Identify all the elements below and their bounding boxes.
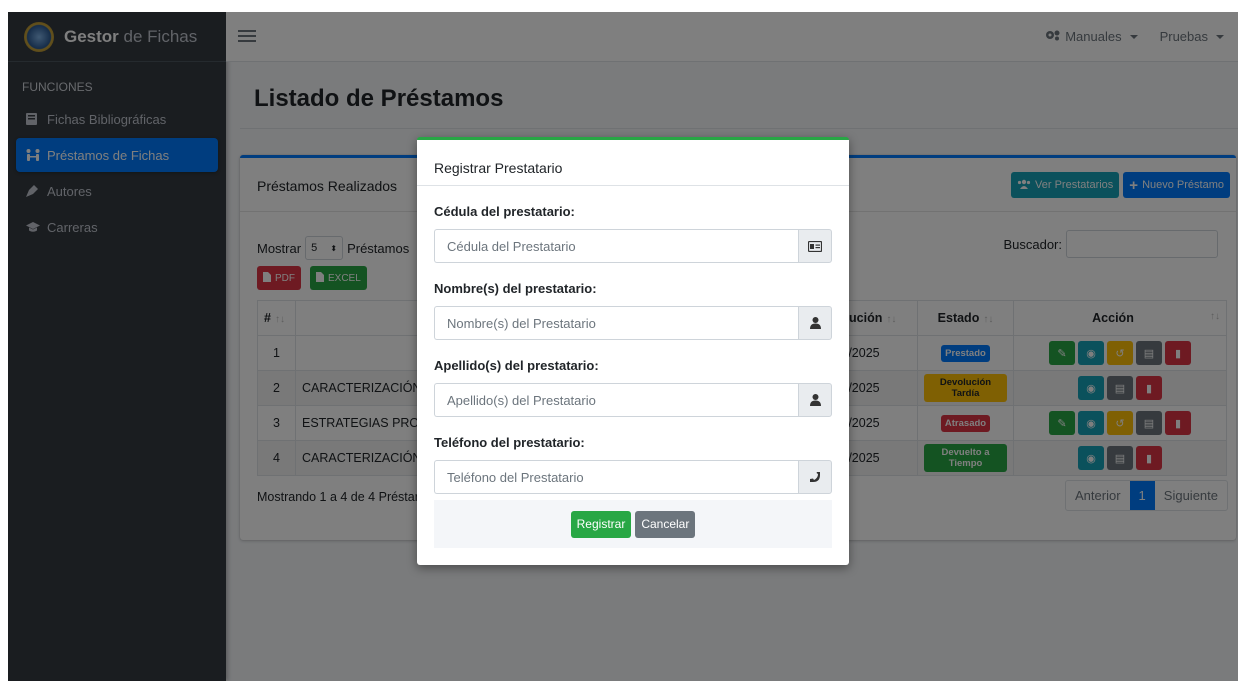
user-icon <box>798 306 832 340</box>
telefono-input[interactable]: Teléfono del Prestatario <box>434 460 798 494</box>
apellido-input[interactable]: Apellido(s) del Prestatario <box>434 383 798 417</box>
apellido-label: Apellido(s) del prestatario: <box>434 358 599 373</box>
nombre-label: Nombre(s) del prestatario: <box>434 281 597 296</box>
telefono-label: Teléfono del prestatario: <box>434 435 585 450</box>
user-icon <box>798 383 832 417</box>
registrar-button[interactable]: Registrar <box>570 510 632 538</box>
id-card-icon <box>798 229 832 263</box>
cancelar-button[interactable]: Cancelar <box>635 510 696 538</box>
phone-icon <box>798 460 832 494</box>
cedula-input[interactable]: Cédula del Prestatario <box>434 229 798 263</box>
cedula-label: Cédula del prestatario: <box>434 204 575 219</box>
modal-footer: Registrar Cancelar <box>434 500 832 548</box>
modal-body: Cédula del prestatario: Cédula del Prest… <box>434 204 832 512</box>
apellido-field: Apellido(s) del Prestatario <box>434 383 832 417</box>
cedula-field: Cédula del Prestatario <box>434 229 832 263</box>
nombre-input[interactable]: Nombre(s) del Prestatario <box>434 306 798 340</box>
nombre-field: Nombre(s) del Prestatario <box>434 306 832 340</box>
telefono-field: Teléfono del Prestatario <box>434 460 832 494</box>
modal-title: Registrar Prestatario <box>417 140 849 186</box>
registrar-prestatario-modal: Registrar Prestatario Cédula del prestat… <box>417 137 849 565</box>
